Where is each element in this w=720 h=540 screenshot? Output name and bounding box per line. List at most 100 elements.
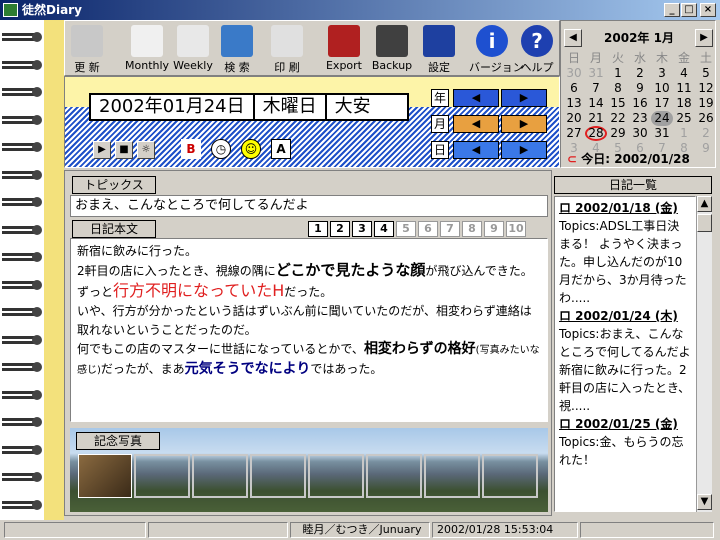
calendar-day[interactable]: 3 [651, 66, 673, 81]
diary-entry-date[interactable]: ロ 2002/01/24 (木) [559, 307, 691, 325]
calendar-day[interactable]: 28 [585, 126, 607, 141]
calendar-next-month-button[interactable]: ▶ [695, 29, 713, 47]
settings-button[interactable]: 設定 [417, 23, 461, 75]
page-tab-4[interactable]: 4 [374, 221, 394, 237]
text-font-icon[interactable]: A [271, 139, 291, 159]
diary-body-text[interactable]: 新宿に飲みに行った。 2軒目の店に入ったとき、視線の隅にどこかで見たような顔が飛び… [70, 238, 548, 422]
diary-list-scrollbar[interactable]: ▲ ▼ [696, 196, 712, 512]
calendar-day[interactable]: 9 [629, 81, 651, 96]
photo-slot[interactable] [250, 454, 306, 498]
calendar-prev-month-button[interactable]: ◀ [564, 29, 582, 47]
diary-paragraph: ずっと行方不明になっていたHだった。 [77, 281, 541, 302]
diary-entry-date[interactable]: ロ 2002/01/25 (金) [559, 415, 691, 433]
calendar-day[interactable]: 23 [629, 111, 651, 126]
calendar-day[interactable]: 13 [563, 96, 585, 111]
page-tab-1[interactable]: 1 [308, 221, 328, 237]
diary-page-icon[interactable]: B [181, 139, 201, 159]
calendar-day[interactable]: 26 [695, 111, 717, 126]
calendar-day[interactable]: 31 [585, 66, 607, 81]
clock-icon[interactable]: ◷ [211, 139, 231, 159]
next-month-button[interactable]: ▶ [501, 115, 547, 133]
page-tab-7[interactable]: 7 [440, 221, 460, 237]
page-tab-6[interactable]: 6 [418, 221, 438, 237]
photo-slot[interactable] [308, 454, 364, 498]
calendar-day[interactable]: 10 [651, 81, 673, 96]
calendar-day[interactable]: 16 [629, 96, 651, 111]
title-bar[interactable]: 徒然Diary [0, 0, 720, 20]
calendar-day[interactable]: 20 [563, 111, 585, 126]
text-run: いや、行方が分かったという話はずいぶん前に聞いていたのだが、相変わらず連絡は取れ… [77, 304, 532, 337]
calendar-day[interactable]: 27 [563, 126, 585, 141]
calendar-day[interactable]: 24 [651, 111, 673, 126]
sun-icon[interactable]: ☼ [137, 141, 155, 159]
scroll-thumb[interactable] [697, 214, 712, 232]
calendar-day[interactable]: 29 [607, 126, 629, 141]
photo-slot[interactable] [482, 454, 538, 498]
photo-slot[interactable] [134, 454, 190, 498]
calendar-day[interactable]: 30 [563, 66, 585, 81]
page-tab-9[interactable]: 9 [484, 221, 504, 237]
calendar-day[interactable]: 1 [607, 66, 629, 81]
stop-button[interactable]: ■ [115, 141, 133, 159]
calendar-day[interactable]: 5 [695, 66, 717, 81]
calendar-day[interactable]: 21 [585, 111, 607, 126]
photo-slot[interactable] [424, 454, 480, 498]
prev-day-button[interactable]: ◀ [453, 141, 499, 159]
next-year-button[interactable]: ▶ [501, 89, 547, 107]
print-button[interactable]: 印 刷 [265, 23, 309, 75]
scroll-down-button[interactable]: ▼ [697, 494, 712, 510]
app-icon[interactable] [3, 3, 18, 17]
scroll-up-button[interactable]: ▲ [697, 196, 712, 212]
monthly-button[interactable]: Monthly [125, 23, 169, 75]
calendar-day[interactable]: 2 [695, 126, 717, 141]
minimize-button[interactable]: _ [664, 3, 680, 17]
calendar-day[interactable]: 6 [563, 81, 585, 96]
page-tab-2[interactable]: 2 [330, 221, 350, 237]
backup-button[interactable]: Backup [369, 23, 415, 75]
calendar-day[interactable]: 12 [695, 81, 717, 96]
page-tab-5[interactable]: 5 [396, 221, 416, 237]
calendar-day[interactable]: 7 [585, 81, 607, 96]
calendar-day[interactable]: 8 [607, 81, 629, 96]
current-date-display: 2002年01月24日 木曜日 大安 [89, 93, 409, 121]
text-run: だった。 [284, 285, 333, 299]
calendar-day[interactable]: 4 [673, 66, 695, 81]
play-button[interactable]: ▶ [93, 141, 111, 159]
calendar-day[interactable]: 22 [607, 111, 629, 126]
styled-text-navy: 元気そうでなにより [184, 361, 311, 377]
maximize-button[interactable]: □ [681, 3, 697, 17]
version-info-button[interactable]: i バージョン [469, 23, 524, 75]
page-tab-3[interactable]: 3 [352, 221, 372, 237]
next-day-button[interactable]: ▶ [501, 141, 547, 159]
calendar-day[interactable]: 1 [673, 126, 695, 141]
help-button[interactable]: ? ヘルプ [517, 23, 557, 75]
update-button[interactable]: 更 新 [65, 23, 109, 75]
page-tab-8[interactable]: 8 [462, 221, 482, 237]
calendar-day[interactable]: 14 [585, 96, 607, 111]
calendar-day[interactable]: 18 [673, 96, 695, 111]
close-button[interactable]: × [700, 3, 716, 17]
calendar-day[interactable]: 15 [607, 96, 629, 111]
toolbar-button-label: Weekly [173, 59, 213, 72]
calendar-day[interactable]: 31 [651, 126, 673, 141]
export-button[interactable]: Export [321, 23, 367, 75]
text-run: ずっと [77, 285, 114, 299]
topics-input[interactable]: おまえ、こんなところで何してるんだよ [70, 195, 548, 217]
diary-list[interactable]: ロ 2002/01/18 (金) Topics:ADSL工事日決まる！ ようやく決… [554, 196, 696, 512]
photo-slot[interactable] [192, 454, 248, 498]
diary-entry-date[interactable]: ロ 2002/01/18 (金) [559, 199, 691, 217]
calendar-day[interactable]: 25 [673, 111, 695, 126]
page-tab-10[interactable]: 10 [506, 221, 526, 237]
smiley-icon[interactable]: ☺ [241, 139, 261, 159]
calendar-day[interactable]: 2 [629, 66, 651, 81]
calendar-day[interactable]: 17 [651, 96, 673, 111]
calendar-day[interactable]: 30 [629, 126, 651, 141]
prev-year-button[interactable]: ◀ [453, 89, 499, 107]
weekly-button[interactable]: Weekly [173, 23, 213, 75]
calendar-day[interactable]: 11 [673, 81, 695, 96]
search-button[interactable]: 検 索 [215, 23, 259, 75]
photo-thumbnail[interactable] [78, 454, 132, 498]
calendar-day[interactable]: 19 [695, 96, 717, 111]
prev-month-button[interactable]: ◀ [453, 115, 499, 133]
photo-slot[interactable] [366, 454, 422, 498]
